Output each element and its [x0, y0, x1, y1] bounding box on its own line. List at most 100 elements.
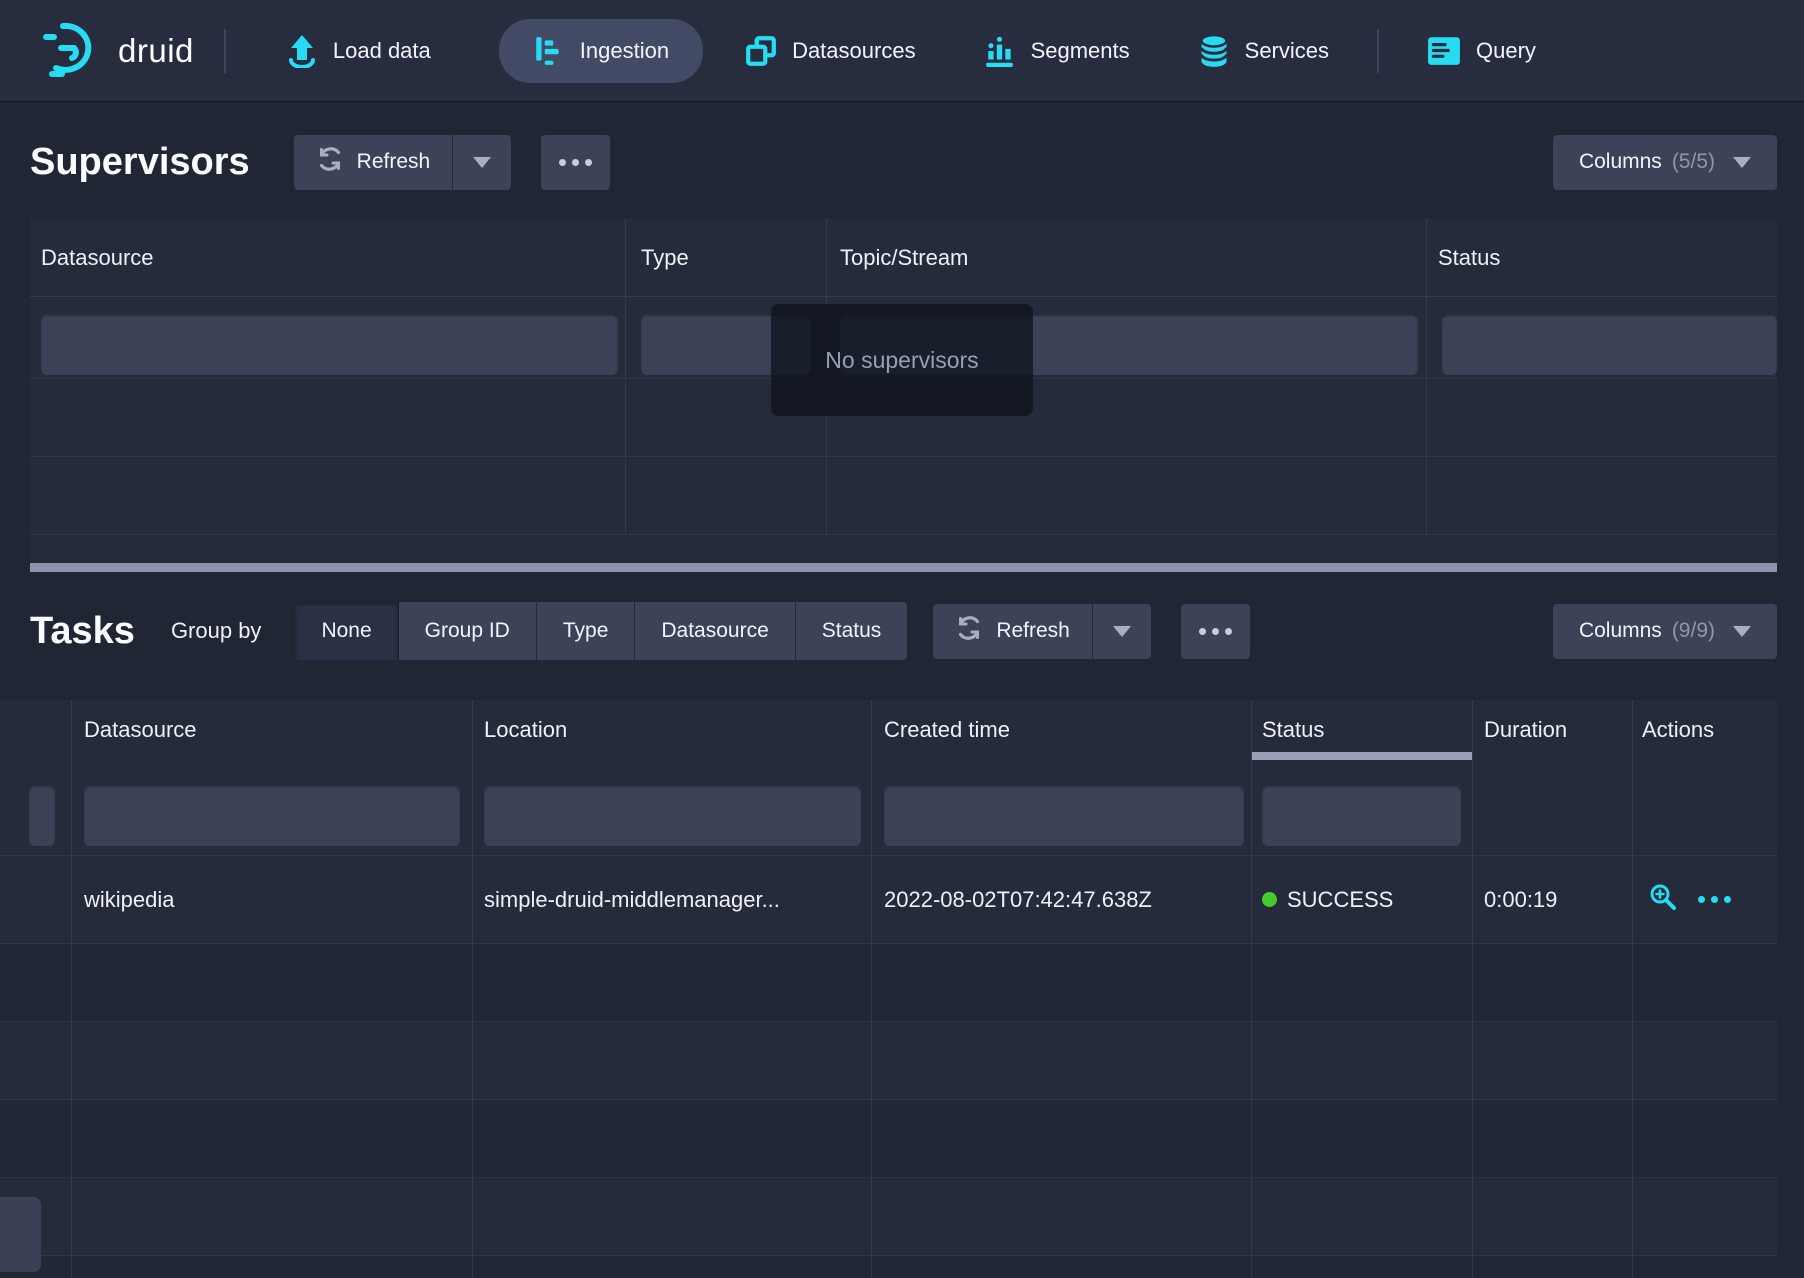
nav-item-label: Ingestion — [580, 38, 669, 64]
header-label: Status — [1262, 717, 1324, 743]
druid-logo[interactable]: druid — [38, 16, 194, 85]
columns-label: Columns — [1579, 150, 1662, 174]
group-by-datasource-button[interactable]: Datasource — [635, 602, 795, 660]
supervisors-horizontal-scrollbar[interactable] — [30, 563, 1777, 572]
chevron-down-icon — [1733, 626, 1751, 637]
supervisors-header-datasource[interactable]: Datasource — [30, 219, 626, 296]
nav-item-label: Query — [1476, 38, 1536, 64]
empty-message: No supervisors — [825, 347, 978, 374]
refresh-label: Refresh — [996, 619, 1070, 643]
druid-logo-icon — [38, 16, 104, 85]
nav-item-label: Segments — [1031, 38, 1130, 64]
group-by-label: Group by — [171, 618, 262, 644]
tasks-header-row: Datasource Location Created time Status … — [0, 700, 1777, 760]
tasks-empty-row — [0, 1256, 1777, 1278]
tasks-header-actions[interactable]: Actions — [1633, 700, 1777, 760]
task-created-time: 2022-08-02T07:42:47.638Z — [872, 856, 1252, 943]
no-supervisors-overlay: No supervisors — [771, 304, 1033, 416]
refresh-icon — [316, 145, 344, 179]
task-status: SUCCESS — [1252, 856, 1473, 943]
task-datasource: wikipedia — [72, 856, 473, 943]
group-by-type-button[interactable]: Type — [537, 602, 636, 660]
more-icon — [1199, 628, 1232, 635]
supervisors-filter-status-input[interactable] — [1442, 315, 1777, 375]
zoom-in-icon[interactable] — [1648, 882, 1678, 918]
tasks-empty-row — [0, 1022, 1777, 1100]
sort-indicator — [1252, 752, 1472, 760]
tasks-header-duration[interactable]: Duration — [1473, 700, 1633, 760]
task-location: simple-druid-middlemanager... — [473, 856, 872, 943]
supervisors-header-row: Datasource Type Topic/Stream Status — [30, 219, 1777, 297]
nav-item-label: Services — [1245, 38, 1329, 64]
more-icon — [559, 159, 592, 166]
tasks-scroll-thumb[interactable] — [0, 1197, 41, 1272]
tasks-header-location[interactable]: Location — [473, 700, 872, 760]
tasks-empty-row — [0, 1100, 1777, 1178]
supervisors-toolbar: Supervisors Refresh Columns (5/5) — [30, 133, 1777, 191]
supervisors-header-type[interactable]: Type — [626, 219, 827, 296]
tasks-filter-location-input[interactable] — [484, 786, 861, 846]
task-row-wikipedia[interactable]: wikipedia simple-druid-middlemanager... … — [0, 856, 1777, 944]
nav-item-ingestion[interactable]: Ingestion — [499, 19, 703, 83]
tasks-more-button[interactable] — [1181, 604, 1250, 659]
tasks-filter-id-input[interactable] — [29, 786, 55, 846]
tasks-header-id[interactable] — [0, 700, 72, 760]
group-by-status-button[interactable]: Status — [796, 602, 908, 660]
chevron-down-icon — [1113, 626, 1131, 637]
nav-item-services[interactable]: Services — [1178, 20, 1349, 82]
tasks-refresh-button[interactable]: Refresh — [933, 604, 1092, 659]
top-nav: druid Load data Ingestion — [0, 0, 1804, 101]
nav-item-segments[interactable]: Segments — [964, 21, 1150, 81]
tasks-header-created-time[interactable]: Created time — [872, 700, 1252, 760]
nav-item-label: Datasources — [792, 38, 916, 64]
bar-chart-icon — [984, 35, 1016, 67]
columns-count: (9/9) — [1672, 619, 1715, 643]
nav-item-datasources[interactable]: Datasources — [725, 21, 936, 81]
tasks-empty-row — [0, 1178, 1777, 1256]
supervisors-header-topic-stream[interactable]: Topic/Stream — [827, 219, 1427, 296]
tasks-title: Tasks — [30, 610, 135, 653]
supervisors-refresh-caret-button[interactable] — [452, 135, 511, 190]
group-by-group-id-button[interactable]: Group ID — [399, 602, 537, 660]
supervisors-refresh-split: Refresh — [294, 135, 512, 190]
columns-label: Columns — [1579, 619, 1662, 643]
supervisors-refresh-button[interactable]: Refresh — [294, 135, 453, 190]
tasks-refresh-caret-button[interactable] — [1092, 604, 1151, 659]
supervisors-columns-button[interactable]: Columns (5/5) — [1553, 135, 1777, 190]
tasks-empty-row — [0, 944, 1777, 1022]
nav-item-load-data[interactable]: Load data — [266, 20, 451, 82]
upload-icon — [286, 34, 318, 68]
row-more-icon[interactable] — [1698, 896, 1731, 903]
supervisors-title: Supervisors — [30, 141, 250, 184]
layers-icon — [745, 35, 777, 67]
tasks-header-status[interactable]: Status — [1252, 700, 1473, 760]
tasks-table: Datasource Location Created time Status … — [0, 700, 1777, 1278]
tasks-filter-row — [0, 760, 1777, 856]
tasks-filter-datasource-input[interactable] — [84, 786, 460, 846]
nav-item-label: Load data — [333, 38, 431, 64]
nav-divider — [1377, 29, 1379, 73]
nav-item-query[interactable]: Query — [1407, 22, 1556, 80]
group-by-button-group: None Group ID Type Datasource Status — [295, 602, 907, 660]
supervisors-filter-datasource-input[interactable] — [41, 315, 618, 375]
group-by-none-button[interactable]: None — [295, 602, 398, 660]
supervisors-header-status[interactable]: Status — [1427, 219, 1777, 296]
tasks-filter-status-input[interactable] — [1262, 786, 1461, 846]
brand-name: druid — [118, 32, 194, 70]
chevron-down-icon — [1733, 157, 1751, 168]
tasks-columns-button[interactable]: Columns (9/9) — [1553, 604, 1777, 659]
task-duration: 0:00:19 — [1473, 856, 1633, 943]
supervisors-more-button[interactable] — [541, 135, 610, 190]
status-label: SUCCESS — [1287, 887, 1393, 913]
refresh-label: Refresh — [357, 150, 431, 174]
tasks-header-datasource[interactable]: Datasource — [72, 700, 473, 760]
supervisors-empty-row — [30, 457, 1777, 535]
refresh-icon — [955, 614, 983, 648]
tasks-filter-created-time-input[interactable] — [884, 786, 1244, 846]
tasks-toolbar: Tasks Group by None Group ID Type Dataso… — [30, 602, 1777, 660]
supervisors-table: Datasource Type Topic/Stream Status No s… — [30, 219, 1777, 572]
console-icon — [1427, 36, 1461, 66]
gantt-chart-icon — [533, 35, 565, 67]
columns-count: (5/5) — [1672, 150, 1715, 174]
task-actions — [1633, 856, 1777, 943]
